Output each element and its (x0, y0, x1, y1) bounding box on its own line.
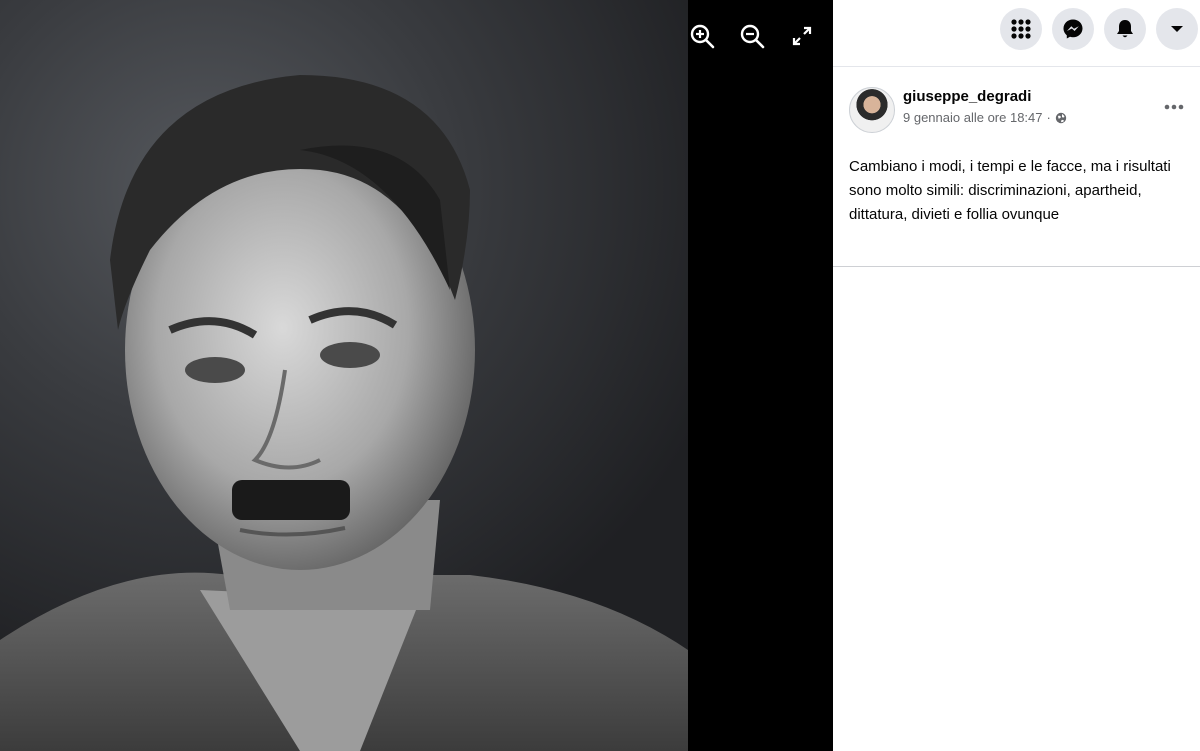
account-menu-button[interactable] (1156, 8, 1198, 50)
post-options-button[interactable] (1158, 91, 1190, 123)
globe-icon[interactable] (1055, 112, 1067, 124)
post-timestamp[interactable]: 9 gennaio alle ore 18:47 (903, 110, 1043, 125)
post-sidebar: giuseppe_degradi 9 gennaio alle ore 18:4… (833, 0, 1200, 751)
post-header: giuseppe_degradi 9 gennaio alle ore 18:4… (849, 87, 1184, 133)
meta-separator: · (1046, 110, 1051, 125)
post-details: giuseppe_degradi 9 gennaio alle ore 18:4… (833, 67, 1200, 267)
notifications-button[interactable] (1104, 8, 1146, 50)
post-photo[interactable] (0, 0, 688, 751)
author-block: giuseppe_degradi 9 gennaio alle ore 18:4… (903, 87, 1067, 125)
messenger-button[interactable] (1052, 8, 1094, 50)
viewer-controls (684, 18, 820, 54)
caret-down-icon (1171, 26, 1183, 32)
more-horizontal-icon (1164, 104, 1184, 110)
avatar[interactable] (849, 87, 895, 133)
zoom-in-icon (690, 24, 715, 49)
zoom-in-button[interactable] (684, 18, 720, 54)
menu-button[interactable] (1000, 8, 1042, 50)
portrait-illustration (0, 75, 688, 751)
fullscreen-button[interactable] (784, 18, 820, 54)
fullscreen-icon (792, 26, 812, 46)
messenger-icon (1063, 19, 1083, 39)
bell-icon (1117, 20, 1133, 38)
zoom-out-button[interactable] (734, 18, 770, 54)
media-viewer (0, 0, 833, 751)
menu-grid-icon (1011, 19, 1031, 39)
post-meta: 9 gennaio alle ore 18:47 · (903, 110, 1067, 125)
top-navigation (833, 0, 1200, 67)
post-caption: Cambiano i modi, i tempi e le facce, ma … (849, 158, 1171, 223)
top-icon-group (1000, 8, 1198, 50)
author-name[interactable]: giuseppe_degradi (903, 87, 1067, 106)
zoom-out-icon (740, 24, 765, 49)
